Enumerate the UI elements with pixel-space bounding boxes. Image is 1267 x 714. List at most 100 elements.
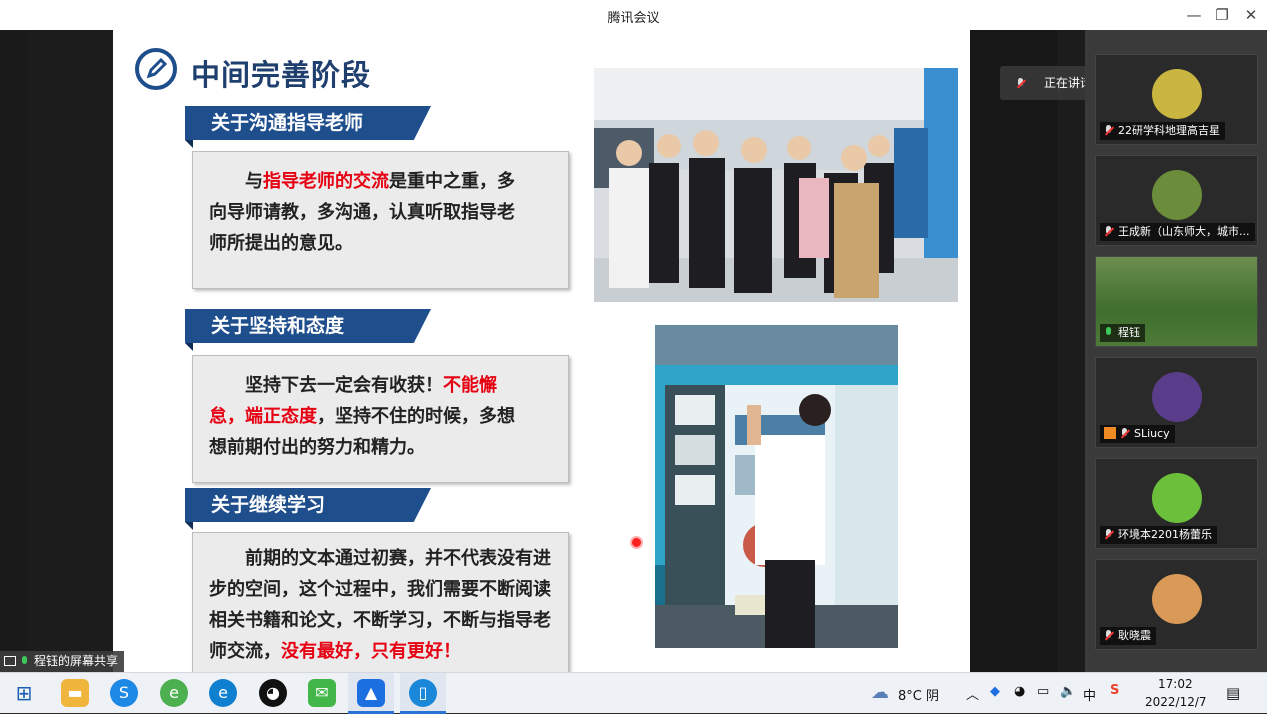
participant-name-text: 环境本2201杨蕾乐 <box>1118 528 1212 541</box>
taskbar: ⊞ ▬ S e e ◕ ✉ ▲ ▯ ☁ 8°C 阴 ︿ ◆ ◕ ▭ 🔈 中 S … <box>0 672 1267 714</box>
host-user-icon <box>1104 427 1116 439</box>
slide-title: 中间完善阶段 <box>191 58 372 92</box>
laser-pointer-icon <box>630 536 643 549</box>
volume-icon[interactable]: 🔈 <box>1060 684 1076 699</box>
text-line: 向导师请教，多沟通，认真听取指导老 <box>209 197 554 228</box>
windows-start-icon[interactable]: ⊞ <box>10 679 38 707</box>
participant-tile[interactable]: 22研学科地理高吉星 <box>1095 54 1258 145</box>
title-bar: 腾讯会议 — ❐ ✕ <box>0 0 1267 30</box>
participant-tile[interactable]: 王成新（山东师大，城市... <box>1095 155 1258 246</box>
left-margin <box>0 30 28 672</box>
clock-date[interactable]: 2022/12/7 <box>1145 695 1207 709</box>
file-explorer-icon[interactable]: ▬ <box>61 679 89 707</box>
text-line: 想前期付出的努力和精力。 <box>209 432 554 463</box>
highlight-text: 怠，端正态度 <box>209 406 317 427</box>
body-text: 步的空间，这个过程中，我们需要不断阅读 <box>209 579 551 600</box>
speaking-mic-icon <box>1016 66 1030 100</box>
participant-tile[interactable]: SLiucy <box>1095 357 1258 448</box>
body-text: 坚持下去一定会有收获！ <box>209 375 443 396</box>
section-text-2: 坚持下去一定会有收获！不能懈 怠，端正态度，坚持不住的时候，多想 想前期付出的努力和… <box>192 355 569 483</box>
tray-meeting-icon[interactable]: ◆ <box>990 684 1000 699</box>
section-text-3: 前期的文本通过初赛，并不代表没有进 步的空间，这个过程中，我们需要不断阅读 相关书籍… <box>192 532 569 672</box>
ime-indicator[interactable]: 中 <box>1083 685 1096 704</box>
text-line: 相关书籍和论文，不断学习，不断与指导老 <box>209 605 554 636</box>
participant-avatar <box>1152 574 1202 624</box>
section-heading-3: 关于继续学习 <box>185 488 431 530</box>
participants-panel: 22研学科地理高吉星王成新（山东师大，城市... 程钰 SLiucy 环境本2201杨… <box>1085 30 1267 672</box>
clock-time[interactable]: 17:02 <box>1158 677 1193 691</box>
text-line: 师交流，没有最好，只有更好！ <box>209 636 554 667</box>
text-line: 与指导老师的交流是重中之重，多 <box>209 166 554 197</box>
participant-avatar <box>1152 170 1202 220</box>
participant-name-text: SLiucy <box>1134 427 1170 440</box>
body-text: 与 <box>209 171 263 192</box>
screen-icon <box>4 656 16 666</box>
weather-text[interactable]: 8°C 阴 <box>898 685 939 704</box>
participant-tile[interactable]: 程钰 <box>1095 256 1258 347</box>
text-line: 坚持下去一定会有收获！不能懈 <box>209 370 554 401</box>
mic-muted-icon <box>1104 125 1113 136</box>
sogou-browser-icon[interactable]: S <box>110 679 138 707</box>
mic-muted-icon <box>1104 529 1113 540</box>
participant-name: 环境本2201杨蕾乐 <box>1100 526 1217 544</box>
pencil-icon <box>135 48 177 90</box>
photo-poster-board <box>655 325 898 648</box>
participant-name-text: 耿晓震 <box>1118 629 1151 642</box>
participant-tile[interactable]: 环境本2201杨蕾乐 <box>1095 458 1258 549</box>
section-text-1: 与指导老师的交流是重中之重，多向导师请教，多沟通，认真听取指导老 师所提出的意见。 <box>192 151 569 289</box>
body-text: 想前期付出的努力和精力。 <box>209 437 425 458</box>
screen-share-label: 程钰的屏幕共享 <box>0 651 125 672</box>
window-title: 腾讯会议 <box>607 11 660 26</box>
mic-muted-icon <box>1104 630 1113 641</box>
presenter-mic-icon <box>20 656 29 667</box>
highlight-text: 指导老师的交流 <box>263 171 389 192</box>
notification-icon[interactable]: ▤ <box>1226 684 1240 702</box>
restore-icon[interactable]: ❐ <box>1210 4 1234 26</box>
body-text: 是重中之重，多 <box>389 171 515 192</box>
participant-name: SLiucy <box>1100 425 1175 443</box>
participant-avatar <box>1152 69 1202 119</box>
participant-name-text: 王成新（山东师大，城市... <box>1118 225 1250 238</box>
participant-name-text: 22研学科地理高吉星 <box>1118 124 1220 137</box>
body-text: 向导师请教，多沟通，认真听取指导老 <box>209 202 515 223</box>
participant-name: 程钰 <box>1100 324 1145 342</box>
body-text: 前期的文本通过初赛，并不代表没有进 <box>209 548 551 569</box>
sogou-ime-icon[interactable]: S <box>1110 683 1119 698</box>
ie-browser-icon[interactable]: e <box>160 679 188 707</box>
body-text: 相关书籍和论文，不断学习，不断与指导老 <box>209 610 551 631</box>
text-line: 步的空间，这个过程中，我们需要不断阅读 <box>209 574 554 605</box>
participant-avatar <box>1152 473 1202 523</box>
mic-muted-icon <box>1120 428 1129 439</box>
body-text: 师交流， <box>209 641 281 662</box>
mic-on-icon <box>1104 327 1113 338</box>
close-icon[interactable]: ✕ <box>1239 4 1263 26</box>
tray-expand-icon[interactable]: ︿ <box>966 684 979 703</box>
qq-icon[interactable]: ◕ <box>259 679 287 707</box>
text-line: 怠，端正态度，坚持不住的时候，多想 <box>209 401 554 432</box>
presentation-slide: 中间完善阶段 关于沟通指导老师 与指导老师的交流是重中之重，多向导师请教，多沟通… <box>113 30 970 672</box>
minimize-icon[interactable]: — <box>1182 4 1206 26</box>
wechat-icon[interactable]: ✉ <box>308 679 336 707</box>
text-line: 师所提出的意见。 <box>209 228 554 259</box>
body-text: 师所提出的意见。 <box>209 233 353 254</box>
participant-tile[interactable]: 耿晓震 <box>1095 559 1258 650</box>
participant-avatar <box>1152 372 1202 422</box>
battery-icon[interactable]: ▭ <box>1037 684 1049 699</box>
highlight-text: 没有最好，只有更好！ <box>281 641 461 662</box>
text-line: 前期的文本通过初赛，并不代表没有进 <box>209 543 554 574</box>
body-text: ，坚持不住的时候，多想 <box>317 406 515 427</box>
tray-qq-icon[interactable]: ◕ <box>1014 684 1025 699</box>
participant-name-text: 程钰 <box>1118 326 1140 339</box>
participant-name: 22研学科地理高吉星 <box>1100 122 1225 140</box>
photo-group-exhibition <box>594 68 958 302</box>
tablet-app-icon[interactable]: ▯ <box>409 679 437 707</box>
screen-share-area: 中间完善阶段 关于沟通指导老师 与指导老师的交流是重中之重，多向导师请教，多沟通… <box>0 30 1085 672</box>
participant-name: 耿晓震 <box>1100 627 1156 645</box>
section-heading-2: 关于坚持和态度 <box>185 309 431 351</box>
tencent-meeting-icon[interactable]: ▲ <box>357 679 385 707</box>
mic-muted-icon <box>1104 226 1113 237</box>
weather-cloud-icon[interactable]: ☁ <box>866 679 894 707</box>
edge-browser-icon[interactable]: e <box>209 679 237 707</box>
section-heading-1: 关于沟通指导老师 <box>185 106 431 148</box>
right-margin <box>970 30 1057 672</box>
